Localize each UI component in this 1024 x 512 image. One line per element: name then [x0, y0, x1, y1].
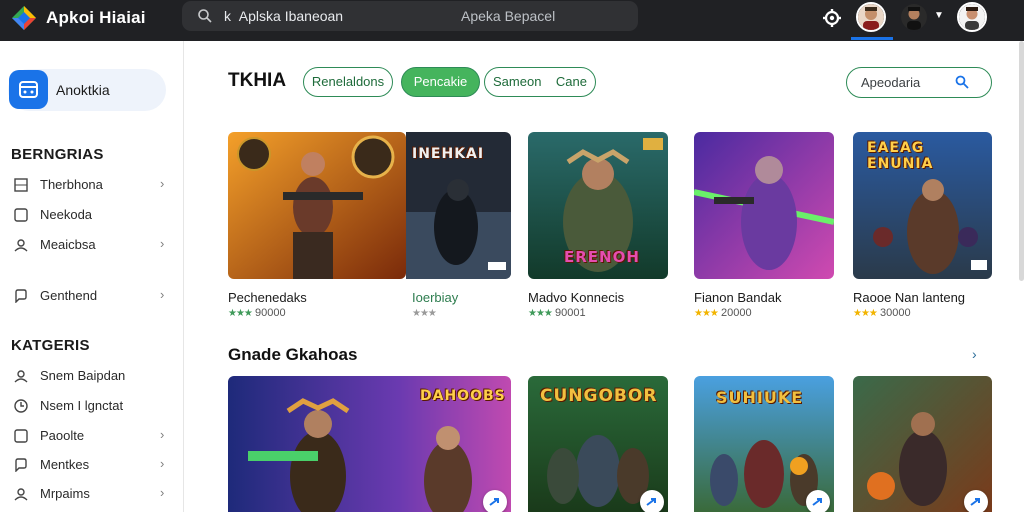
game-title[interactable]: Ioerbiay: [412, 290, 458, 305]
game-card-banner: INEHKAI: [412, 146, 485, 162]
chevron-right-icon: ›: [160, 427, 165, 442]
chat-icon: [15, 289, 27, 303]
rating-stars-icon: ★★★: [228, 308, 253, 319]
section-title: Gnade Gkahoas: [228, 345, 358, 364]
sidebar-item-label: Therbhona: [40, 177, 103, 192]
diamond-logo-icon[interactable]: [10, 4, 38, 32]
game-card-image[interactable]: SUHIUKE: [694, 376, 834, 512]
chat-icon: [15, 458, 27, 472]
chevron-right-icon: ›: [160, 287, 165, 302]
grid-icon: [14, 178, 28, 192]
avatar[interactable]: [856, 2, 886, 32]
game-card-banner: EAEAG ENUNIA: [867, 140, 934, 172]
app-title: Apkoi Hiaiai: [46, 8, 146, 27]
chevron-right-icon: ›: [160, 456, 165, 471]
sidebar-active-app-label: Anoktkia: [56, 82, 110, 98]
sidebar-item[interactable]: Paoolte ›: [12, 426, 172, 448]
settings-icon[interactable]: [822, 8, 842, 28]
global-search-bar[interactable]: k Aplska Ibaneoan Apeka Bepacel: [182, 1, 638, 31]
search-icon: [198, 9, 212, 23]
content-search-placeholder: Apeodaria: [861, 75, 921, 90]
game-title[interactable]: Madvo Konnecis: [528, 290, 624, 305]
rating-stars-icon: ★★★: [694, 308, 719, 319]
person-icon: [14, 370, 28, 383]
game-title[interactable]: Fianon Bandak: [694, 290, 781, 305]
scrollbar[interactable]: [1019, 41, 1024, 281]
square-icon: [14, 429, 28, 443]
game-card-image[interactable]: ERENOH: [528, 132, 668, 279]
content-search-input[interactable]: Apeodaria: [846, 67, 992, 98]
rating-stars-icon: ★★★: [412, 308, 437, 319]
game-card-image[interactable]: CUNGOBOR: [528, 376, 668, 512]
sidebar-item[interactable]: Meaicbsa ›: [12, 235, 172, 257]
active-account-indicator: [851, 37, 893, 40]
sidebar-item[interactable]: Neekoda: [12, 205, 172, 227]
game-card-banner: DAHOOBS: [420, 388, 506, 404]
rating-stars-icon: ★★★: [853, 308, 878, 319]
sidebar-item[interactable]: Snem Baipdan: [12, 366, 172, 388]
sidebar-heading: BERNGRIAS: [11, 146, 104, 163]
sidebar-item[interactable]: Mentkes ›: [12, 455, 172, 477]
chevron-right-icon: ›: [160, 236, 165, 251]
game-title[interactable]: Pechenedaks: [228, 290, 307, 305]
game-title[interactable]: Raooe Nan lanteng: [853, 290, 965, 305]
filter-pill[interactable]: Renelaldons: [303, 67, 393, 97]
chevron-right-icon: ›: [160, 176, 165, 191]
share-icon[interactable]: [964, 490, 988, 512]
person-icon: [14, 239, 28, 252]
sidebar-item-label: Meaicbsa: [40, 237, 96, 252]
game-rating: ★★★: [412, 307, 437, 319]
game-rating: ★★★ 20000: [694, 307, 752, 319]
game-card-banner: ERENOH: [564, 248, 640, 266]
chevron-down-icon[interactable]: ▼: [934, 10, 944, 21]
sidebar-item[interactable]: Genthend ›: [12, 286, 172, 308]
avatar-with-dropdown[interactable]: [899, 2, 929, 32]
game-card-image[interactable]: [694, 132, 834, 279]
search-secondary-text: Apeka Bepacel: [461, 8, 556, 24]
sidebar-active-app[interactable]: Anoktkia: [8, 69, 166, 111]
share-icon[interactable]: [483, 490, 507, 512]
sidebar-heading: KATGERIS: [11, 337, 90, 354]
sidebar-item[interactable]: Nsem I lgnctat: [12, 396, 172, 418]
square-icon: [14, 208, 28, 222]
game-card-image[interactable]: [228, 132, 406, 279]
sidebar: Anoktkia BERNGRIAS Therbhona › Neekoda M…: [0, 41, 184, 512]
game-rating: ★★★ 30000: [853, 307, 911, 319]
top-app-bar: Apkoi Hiaiai k Aplska Ibaneoan Apeka Bep…: [0, 0, 1024, 41]
sidebar-item-label: Mentkes: [40, 457, 90, 472]
chevron-right-icon: ›: [160, 485, 165, 500]
share-icon[interactable]: [640, 490, 664, 512]
game-card-banner: SUHIUKE: [716, 388, 804, 407]
sidebar-item[interactable]: Therbhona ›: [12, 175, 172, 197]
sidebar-item-label: Nsem I lgnctat: [40, 398, 124, 413]
game-card-banner: CUNGOBOR: [540, 386, 658, 406]
sidebar-item-label: Snem Baipdan: [40, 368, 126, 383]
sidebar-item-label: Paoolte: [40, 428, 85, 443]
game-rating: ★★★ 90000: [228, 307, 286, 319]
rating-stars-icon: ★★★: [528, 308, 553, 319]
share-icon[interactable]: [806, 490, 830, 512]
chevron-right-icon[interactable]: ›: [972, 346, 977, 362]
sidebar-item-label: Genthend: [40, 288, 98, 303]
game-card-image[interactable]: DAHOOBS: [228, 376, 511, 512]
sidebar-item-label: Mrpaims: [40, 486, 90, 501]
app-window-icon: [9, 70, 48, 109]
filter-pill[interactable]: Sameon Cane: [484, 67, 596, 97]
sidebar-item[interactable]: Mrpaims ›: [12, 484, 172, 506]
search-icon[interactable]: [955, 75, 969, 89]
clock-icon: [14, 399, 28, 413]
game-card-image[interactable]: EAEAG ENUNIA: [853, 132, 992, 279]
game-card-image[interactable]: [853, 376, 992, 512]
avatar[interactable]: [957, 2, 987, 32]
section-title: TKHIA: [228, 70, 287, 91]
person-icon: [14, 488, 28, 501]
search-query-text: k Aplska Ibaneoan: [224, 8, 344, 24]
game-card-image[interactable]: INEHKAI: [406, 132, 511, 279]
filter-pill-active[interactable]: Pencakie: [401, 67, 480, 97]
game-rating: ★★★ 90001: [528, 307, 586, 319]
sidebar-item-label: Neekoda: [40, 207, 93, 222]
